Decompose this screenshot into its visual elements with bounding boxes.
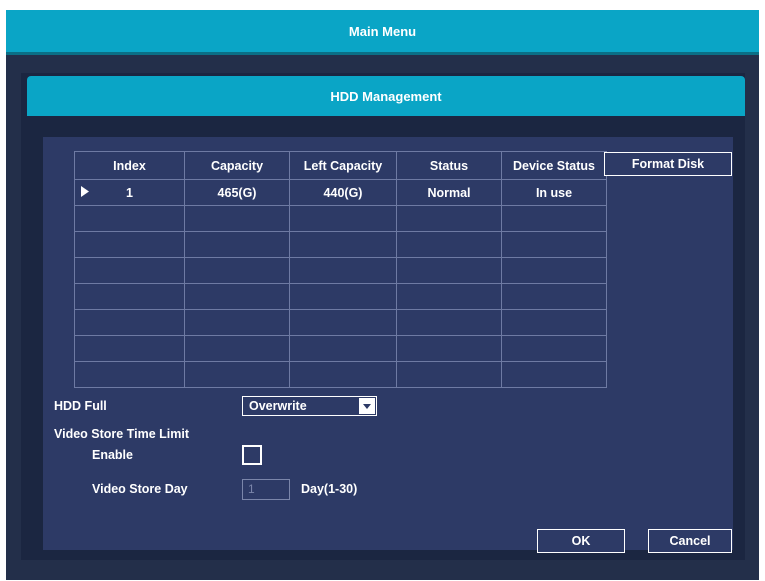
cell-capacity (184, 335, 290, 362)
hdd-full-select[interactable]: Overwrite (242, 396, 377, 416)
chevron-down-icon[interactable] (358, 398, 375, 414)
col-header-left-capacity: Left Capacity (289, 151, 397, 180)
cell-index-text: 1 (126, 185, 133, 200)
cell-left-capacity (289, 335, 397, 362)
cell-left-capacity (289, 231, 397, 258)
row-selected-arrow-icon (81, 185, 89, 200)
cell-index (74, 257, 185, 284)
table-row[interactable] (74, 283, 607, 310)
cell-left-capacity (289, 283, 397, 310)
cell-status (396, 335, 502, 362)
hdd-full-value: Overwrite (249, 399, 307, 413)
cell-device-status (501, 231, 607, 258)
col-header-status: Status (396, 151, 502, 180)
cell-status (396, 283, 502, 310)
cell-index (74, 335, 185, 362)
cell-left-capacity (289, 309, 397, 336)
cell-capacity (184, 361, 290, 388)
cell-status: Normal (396, 179, 502, 206)
hdd-panel: Index Capacity Left Capacity Status Devi… (43, 137, 733, 553)
cell-capacity (184, 309, 290, 336)
table-header-row: Index Capacity Left Capacity Status Devi… (74, 151, 607, 180)
main-menu-window: Main Menu HDD Management Index Capacity … (6, 10, 759, 580)
cell-capacity: 465(G) (184, 179, 290, 206)
cancel-button[interactable]: Cancel (648, 529, 732, 553)
cell-index (74, 309, 185, 336)
table-row[interactable] (74, 257, 607, 284)
table-row[interactable] (74, 205, 607, 232)
cell-left-capacity: 440(G) (289, 179, 397, 206)
cell-device-status: In use (501, 179, 607, 206)
main-menu-title: Main Menu (6, 10, 759, 55)
cell-device-status (501, 283, 607, 310)
cell-index (74, 205, 185, 232)
cell-left-capacity (289, 257, 397, 284)
hdd-table: Index Capacity Left Capacity Status Devi… (74, 151, 607, 388)
video-store-day-input[interactable]: 1 (242, 479, 290, 500)
cell-device-status (501, 335, 607, 362)
cell-status (396, 257, 502, 284)
ok-button[interactable]: OK (537, 529, 625, 553)
cell-device-status (501, 309, 607, 336)
enable-label: Enable (92, 448, 133, 462)
cell-capacity (184, 205, 290, 232)
table-row[interactable] (74, 231, 607, 258)
format-disk-button[interactable]: Format Disk (604, 152, 732, 176)
col-header-index: Index (74, 151, 185, 180)
table-row[interactable] (74, 335, 607, 362)
cell-status (396, 231, 502, 258)
cell-left-capacity (289, 205, 397, 232)
cell-index (74, 283, 185, 310)
video-store-time-limit-label: Video Store Time Limit (54, 427, 189, 441)
video-store-day-label: Video Store Day (92, 482, 188, 496)
cell-status (396, 361, 502, 388)
hdd-management-dialog: HDD Management Index Capacity Left Capac… (21, 73, 745, 560)
cell-device-status (501, 257, 607, 284)
video-store-day-range: Day(1-30) (301, 482, 358, 496)
col-header-device-status: Device Status (501, 151, 607, 180)
col-header-capacity: Capacity (184, 151, 290, 180)
cell-capacity (184, 257, 290, 284)
table-row[interactable]: 1 465(G) 440(G) Normal In use (74, 179, 607, 206)
cell-index (74, 361, 185, 388)
cell-device-status (501, 361, 607, 388)
cell-left-capacity (289, 361, 397, 388)
cell-index (74, 231, 185, 258)
cell-status (396, 309, 502, 336)
dialog-title: HDD Management (27, 76, 745, 116)
cell-capacity (184, 283, 290, 310)
hdd-full-label: HDD Full (54, 399, 107, 413)
table-row[interactable] (74, 361, 607, 388)
cell-capacity (184, 231, 290, 258)
cell-index: 1 (74, 179, 185, 206)
cell-device-status (501, 205, 607, 232)
table-row[interactable] (74, 309, 607, 336)
enable-checkbox[interactable] (242, 445, 262, 465)
cell-status (396, 205, 502, 232)
